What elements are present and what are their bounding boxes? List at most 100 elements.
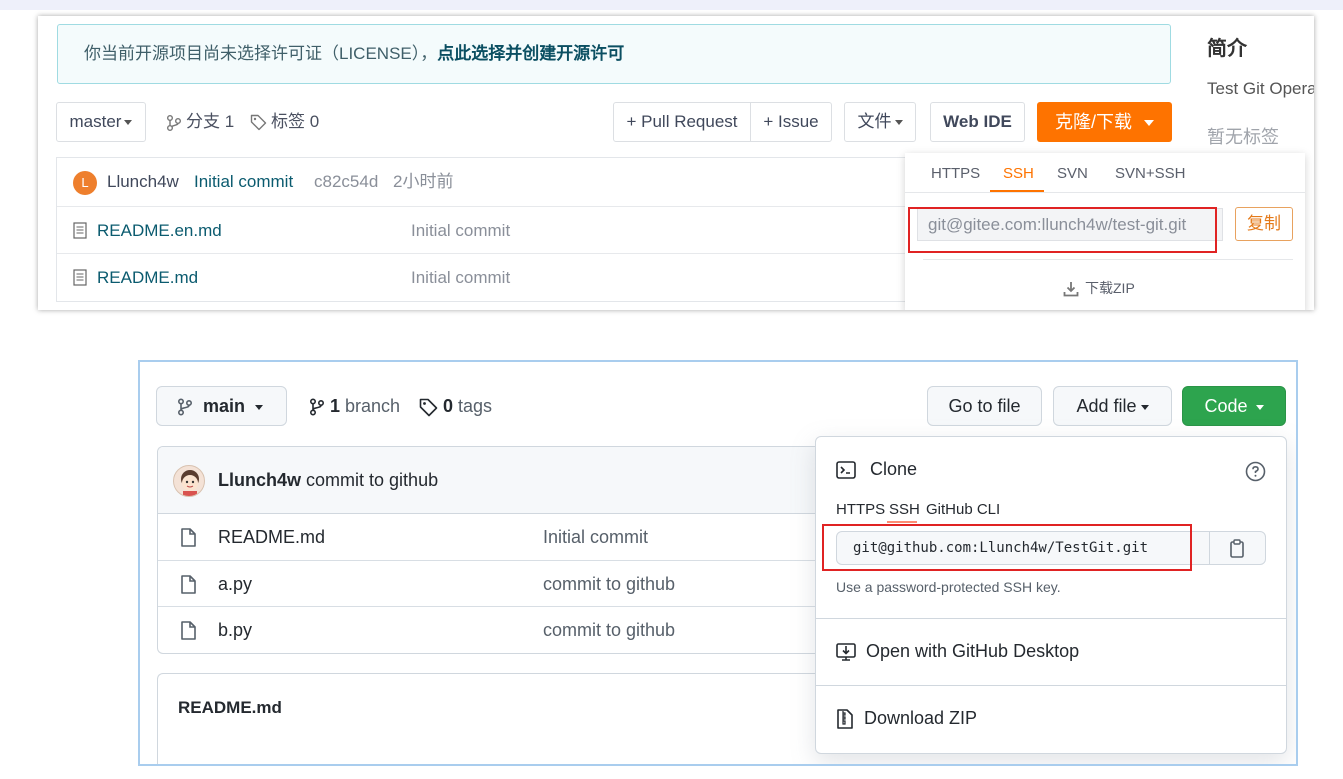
chevron-down-icon — [894, 120, 903, 126]
clone-download-label: 克隆/下载 — [1054, 112, 1132, 132]
commit-author[interactable]: Llunch4w — [107, 158, 179, 205]
divider — [816, 685, 1286, 686]
file-name[interactable]: README.md — [218, 514, 325, 560]
tag-count: 标签 0 — [271, 112, 320, 131]
commit-message[interactable]: commit to github — [306, 470, 438, 490]
code-label: Code — [1204, 396, 1248, 416]
branch-count: 分支 1 — [186, 112, 235, 131]
file-commit-message[interactable]: Initial commit — [411, 254, 510, 301]
copy-button[interactable]: 复制 — [1235, 207, 1293, 241]
readme-title[interactable]: README.md — [178, 698, 282, 718]
license-notice: 你当前开源项目尚未选择许可证（LICENSE），点此选择并创建开源许可 — [57, 24, 1171, 84]
file-text-icon — [73, 269, 87, 286]
help-icon[interactable] — [1245, 461, 1266, 482]
tab-https[interactable]: HTTPS — [836, 501, 885, 518]
branch-count: 1 — [330, 396, 341, 416]
open-with-desktop-item[interactable]: Open with GitHub Desktop — [836, 641, 1079, 662]
file-row[interactable]: README.md Initial commit — [57, 253, 957, 300]
file-icon — [180, 575, 196, 594]
tag-icon — [419, 398, 438, 417]
commit-message[interactable]: Initial commit — [194, 158, 293, 205]
code-button[interactable]: Code — [1182, 386, 1286, 426]
file-name[interactable]: b.py — [218, 607, 252, 653]
clone-download-button[interactable]: 克隆/下载 — [1037, 102, 1172, 142]
file-row[interactable]: README.en.md Initial commit — [57, 206, 957, 253]
avatar[interactable]: L — [73, 171, 97, 195]
tab-ssh[interactable]: SSH — [889, 501, 920, 518]
file-row[interactable]: b.py commit to github — [158, 606, 837, 652]
branch-select[interactable]: main — [156, 386, 287, 426]
tag-count-link[interactable]: 0 tags — [419, 386, 492, 426]
readme-panel: README.md — [157, 673, 837, 764]
tag-label: tags — [458, 396, 493, 416]
branch-count-link[interactable]: 1 branch — [309, 386, 400, 426]
tab-github-cli[interactable]: GitHub CLI — [926, 501, 1000, 518]
latest-commit-row: L Llunch4w Initial commit c82c54d 2小时前 — [57, 158, 957, 206]
tab-https[interactable]: HTTPS — [931, 165, 980, 182]
branch-name: main — [203, 396, 246, 416]
pull-request-button[interactable]: + Pull Request — [613, 102, 751, 142]
sidebar-tags-empty: 暂无标签 — [1207, 127, 1279, 147]
top-stripe — [0, 0, 1343, 10]
branch-select-label: master — [69, 112, 122, 131]
latest-commit-row: Llunch4w commit to github — [158, 447, 837, 514]
license-notice-link[interactable]: 点此选择并创建开源许可 — [437, 44, 624, 63]
file-row[interactable]: README.md Initial commit — [158, 514, 837, 560]
file-commit-message[interactable]: Initial commit — [411, 207, 510, 254]
tab-svn[interactable]: SVN — [1057, 165, 1088, 182]
file-name[interactable]: README.en.md — [97, 207, 222, 254]
add-file-button[interactable]: Add file — [1053, 386, 1172, 426]
file-list: README.md Initial commit a.py commit to … — [158, 514, 837, 653]
code-dropdown: Clone HTTPS SSH GitHub CLI git@github.co… — [815, 436, 1287, 754]
clipboard-icon — [1229, 539, 1245, 558]
download-zip-link[interactable]: 下载ZIP — [1063, 278, 1135, 298]
tag-icon — [250, 114, 267, 131]
active-tab-underline — [887, 521, 917, 523]
file-commit-message[interactable]: commit to github — [543, 561, 675, 607]
file-name[interactable]: a.py — [218, 561, 252, 607]
latest-commit-summary: Llunch4w commit to github — [218, 447, 438, 514]
download-zip-label: Download ZIP — [864, 708, 978, 728]
tab-ssh[interactable]: SSH — [1003, 165, 1034, 182]
branch-icon — [309, 398, 325, 416]
divider — [923, 259, 1293, 260]
copy-button[interactable] — [1209, 531, 1266, 565]
file-menu-button[interactable]: 文件 — [844, 102, 916, 142]
ssh-hint: Use a password-protected SSH key. — [836, 579, 1061, 595]
add-file-label: Add file — [1076, 396, 1137, 416]
tab-svn-ssh[interactable]: SVN+SSH — [1115, 165, 1185, 182]
branch-icon — [166, 114, 182, 132]
issue-button[interactable]: + Issue — [750, 102, 832, 142]
tag-count-link[interactable]: 标签 0 — [250, 102, 319, 142]
file-commit-message[interactable]: commit to github — [543, 607, 675, 653]
chevron-down-icon — [1140, 404, 1149, 410]
branch-icon — [177, 398, 193, 416]
clone-dropdown: HTTPS SSH SVN SVN+SSH git@gitee.com:llun… — [905, 153, 1305, 310]
chevron-down-icon — [255, 404, 264, 410]
file-row[interactable]: a.py commit to github — [158, 560, 837, 606]
highlight-box — [822, 524, 1192, 571]
file-menu-label: 文件 — [857, 112, 892, 131]
file-name[interactable]: README.md — [97, 254, 198, 301]
go-to-file-button[interactable]: Go to file — [927, 386, 1042, 426]
file-table: L Llunch4w Initial commit c82c54d 2小时前 R… — [56, 157, 957, 302]
branch-label: branch — [345, 396, 401, 416]
file-icon — [180, 528, 196, 547]
branch-count-link[interactable]: 分支 1 — [166, 102, 234, 142]
open-with-desktop-label: Open with GitHub Desktop — [866, 641, 1080, 661]
file-commit-message[interactable]: Initial commit — [543, 514, 648, 560]
download-zip-item[interactable]: Download ZIP — [836, 708, 978, 730]
highlight-box — [908, 207, 1217, 253]
file-table: Llunch4w commit to github README.md Init… — [157, 446, 837, 654]
branch-select[interactable]: master — [56, 102, 146, 142]
commit-author[interactable]: Llunch4w — [218, 470, 301, 490]
commit-time: 2小时前 — [393, 172, 454, 191]
avatar[interactable] — [173, 465, 205, 497]
commit-hash[interactable]: c82c54d — [314, 158, 378, 205]
file-zip-icon — [836, 709, 854, 730]
file-icon — [180, 621, 196, 640]
file-text-icon — [73, 222, 87, 239]
chevron-down-icon — [1255, 404, 1264, 410]
web-ide-button[interactable]: Web IDE — [930, 102, 1025, 142]
license-notice-text: 你当前开源项目尚未选择许可证（LICENSE）， — [84, 44, 438, 63]
